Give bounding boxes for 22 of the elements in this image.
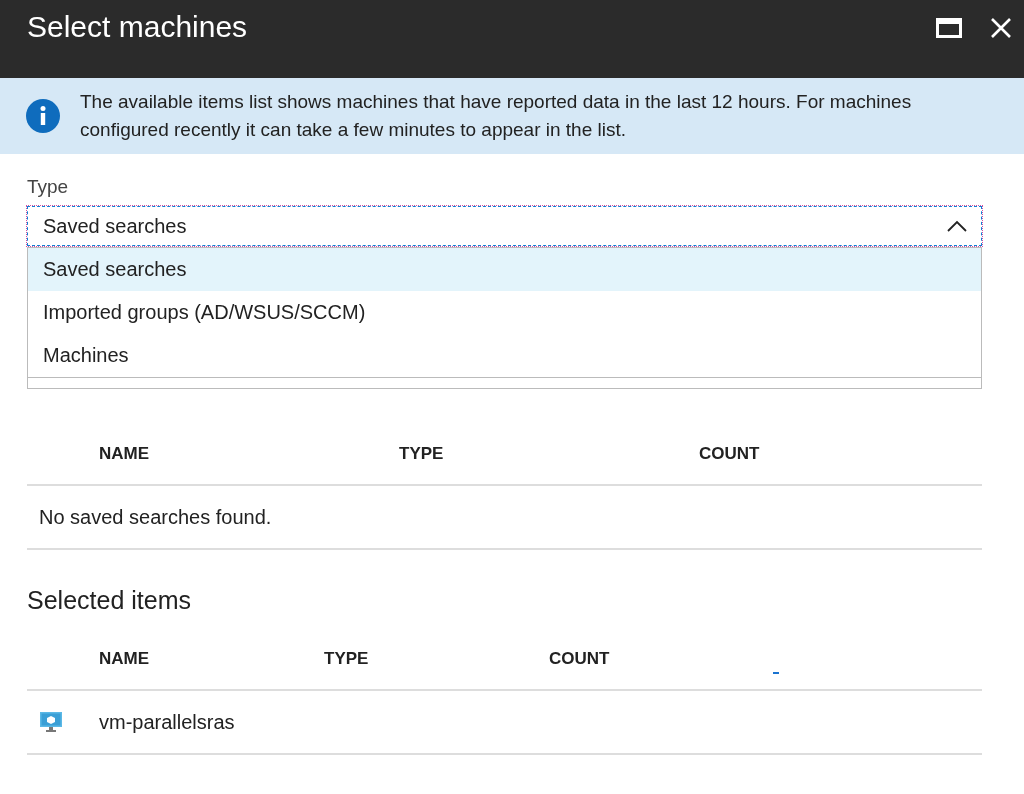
empty-message: No saved searches found. [39, 505, 272, 529]
column-header: TYPE [399, 444, 444, 464]
info-icon [26, 99, 60, 133]
column-header: COUNT [699, 444, 760, 464]
dropdown-option[interactable]: Saved searches [28, 248, 981, 291]
close-icon[interactable] [990, 17, 1012, 39]
column-header: TYPE [324, 649, 369, 669]
info-message: The available items list shows machines that have reported data in the last 12 hours. For machines configured recently it can take a few minutes to appear in the list. [80, 90, 913, 142]
dropdown-option[interactable]: Imported groups (AD/WSUS/SCCM) [28, 291, 981, 334]
chevron-icon [947, 220, 967, 232]
type-dropdown[interactable]: Saved searches [27, 206, 982, 246]
monitor-icon [40, 712, 62, 732]
type-label: Type [27, 176, 69, 198]
machine-name: vm-parallelsras [99, 710, 235, 734]
column-header: NAME [99, 649, 150, 669]
dash-icon [773, 672, 779, 674]
window-title: Select machines [27, 10, 248, 45]
section-title: Selected items [27, 586, 191, 615]
column-header: COUNT [549, 649, 610, 669]
column-header: NAME [99, 444, 150, 464]
dropdown-option[interactable]: Machines [28, 334, 981, 377]
maximize-icon[interactable] [936, 18, 962, 38]
